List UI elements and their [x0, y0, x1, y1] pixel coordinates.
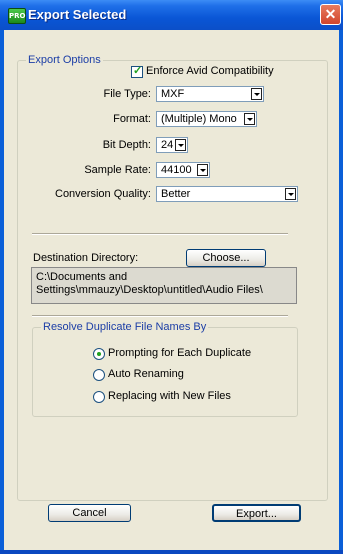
file-type-value: MXF — [161, 88, 185, 100]
radio-auto-renaming-label: Auto Renaming — [108, 368, 184, 380]
sample-rate-label: Sample Rate: — [84, 164, 151, 176]
title-bar[interactable]: PRO Export Selected ✕ — [0, 0, 343, 30]
file-type-label: File Type: — [103, 88, 152, 100]
export-button[interactable]: Export... — [212, 504, 301, 522]
enforce-avid-checkbox[interactable] — [131, 64, 143, 78]
destination-path-display: C:\Documents and Settings\mmauzy\Desktop… — [31, 267, 297, 304]
destination-path-line1: C:\Documents and — [36, 271, 128, 283]
conversion-quality-label: Conversion Quality: — [55, 188, 151, 200]
chevron-down-icon — [285, 188, 296, 200]
enforce-avid-label: Enforce Avid Compatibility — [146, 65, 274, 77]
destination-path-line2: Settings\mmauzy\Desktop\untitled\Audio F… — [36, 284, 263, 296]
resolve-duplicates-label: Resolve Duplicate File Names By — [41, 321, 209, 333]
bit-depth-select[interactable]: 24 — [156, 137, 188, 153]
conversion-quality-value: Better — [161, 188, 191, 200]
window-title: Export Selected — [28, 7, 127, 22]
cancel-button[interactable]: Cancel — [48, 504, 131, 522]
chevron-down-icon — [251, 88, 262, 100]
separator — [32, 233, 288, 235]
radio-prompting[interactable] — [93, 348, 105, 360]
export-options-label: Export Options — [26, 54, 103, 66]
format-select[interactable]: (Multiple) Mono — [156, 111, 257, 127]
sample-rate-select[interactable]: 44100 — [156, 162, 210, 178]
chevron-down-icon — [175, 139, 186, 151]
app-icon: PRO — [8, 8, 26, 24]
chevron-down-icon — [244, 113, 255, 125]
radio-auto-renaming[interactable] — [93, 369, 105, 381]
format-value: (Multiple) Mono — [161, 113, 237, 125]
separator — [32, 315, 288, 317]
radio-prompting-label: Prompting for Each Duplicate — [108, 347, 252, 359]
radio-replacing-label: Replacing with New Files — [108, 390, 231, 402]
choose-button[interactable]: Choose... — [186, 249, 266, 267]
file-type-select[interactable]: MXF — [156, 86, 264, 102]
bit-depth-label: Bit Depth: — [102, 139, 151, 151]
export-selected-window: PRO Export Selected ✕ Export Options Enf… — [0, 0, 343, 554]
window-frame-bottom — [0, 550, 343, 554]
conversion-quality-select[interactable]: Better — [156, 186, 298, 202]
format-label: Format: — [113, 113, 151, 125]
radio-replacing[interactable] — [93, 391, 105, 403]
bit-depth-value: 24 — [161, 139, 174, 151]
destination-directory-label: Destination Directory: — [33, 252, 139, 264]
close-button[interactable]: ✕ — [320, 4, 341, 25]
dialog-body: Export Options Enforce Avid Compatibilit… — [4, 30, 339, 550]
sample-rate-value: 44100 — [161, 164, 192, 176]
chevron-down-icon — [197, 164, 208, 176]
